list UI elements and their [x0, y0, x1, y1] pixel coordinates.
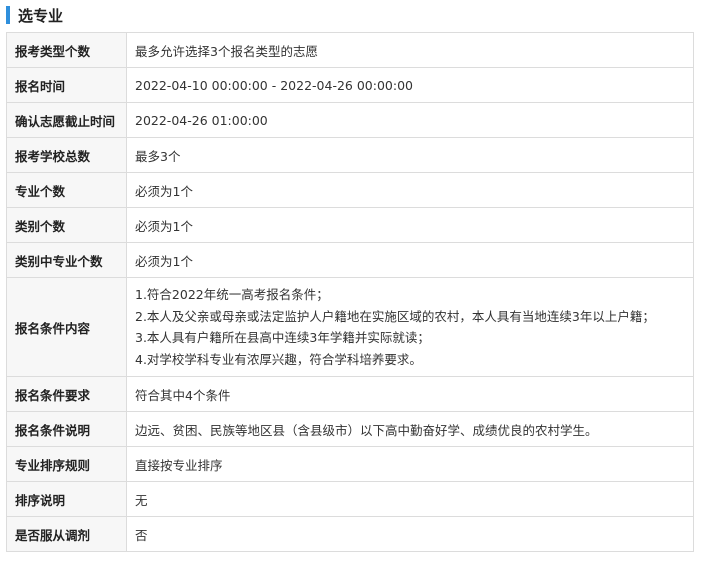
- table-row: 是否服从调剂 否: [6, 516, 694, 552]
- row-value: 最多允许选择3个报名类型的志愿: [126, 32, 694, 68]
- row-value: 必须为1个: [126, 207, 694, 243]
- row-label: 报名条件说明: [6, 411, 127, 447]
- row-label: 类别中专业个数: [6, 242, 127, 278]
- row-label: 报名条件要求: [6, 376, 127, 412]
- condition-item: 1.符合2022年统一高考报名条件；: [135, 287, 329, 302]
- condition-item: 4.对学校学科专业有浓厚兴趣，符合学科培养要求。: [135, 351, 422, 367]
- table-row: 专业排序规则 直接按专业排序: [6, 446, 694, 482]
- row-label: 报名条件内容: [6, 277, 127, 377]
- table-row: 确认志愿截止时间 2022-04-26 01:00:00: [6, 102, 694, 138]
- table-row: 报名条件要求 符合其中4个条件: [6, 376, 694, 412]
- row-label: 确认志愿截止时间: [6, 102, 127, 138]
- table-row: 报名条件内容 1.符合2022年统一高考报名条件； 2.本人及父亲或母亲或法定监…: [6, 277, 694, 377]
- row-label: 专业个数: [6, 172, 127, 208]
- row-value: 必须为1个: [126, 242, 694, 278]
- row-value: 符合其中4个条件: [126, 376, 694, 412]
- row-value: 边远、贫困、民族等地区县（含县级市）以下高中勤奋好学、成绩优良的农村学生。: [126, 411, 694, 447]
- table-row: 报名条件说明 边远、贫困、民族等地区县（含县级市）以下高中勤奋好学、成绩优良的农…: [6, 411, 694, 447]
- table-row: 报考类型个数 最多允许选择3个报名类型的志愿: [6, 32, 694, 68]
- row-value: 否: [126, 516, 694, 552]
- table-row: 排序说明 无: [6, 481, 694, 517]
- row-value: 无: [126, 481, 694, 517]
- row-label: 专业排序规则: [6, 446, 127, 482]
- row-label: 排序说明: [6, 481, 127, 517]
- row-value: 最多3个: [126, 137, 694, 173]
- row-label: 类别个数: [6, 207, 127, 243]
- conditions-cell: 1.符合2022年统一高考报名条件； 2.本人及父亲或母亲或法定监护人户籍地在实…: [126, 277, 694, 377]
- row-label: 是否服从调剂: [6, 516, 127, 552]
- row-value: 2022-04-10 00:00:00 - 2022-04-26 00:00:0…: [126, 67, 694, 103]
- table-row: 类别个数 必须为1个: [6, 207, 694, 243]
- table-row: 报名时间 2022-04-10 00:00:00 - 2022-04-26 00…: [6, 67, 694, 103]
- condition-item: 2.本人及父亲或母亲或法定监护人户籍地在实施区域的农村，本人具有当地连续3年以上…: [135, 308, 655, 324]
- row-value: 2022-04-26 01:00:00: [126, 102, 694, 138]
- table-row: 类别中专业个数 必须为1个: [6, 242, 694, 278]
- row-label: 报考类型个数: [6, 32, 127, 68]
- row-value: 直接按专业排序: [126, 446, 694, 482]
- condition-item: 3.本人具有户籍所在县高中连续3年学籍并实际就读；: [135, 330, 430, 345]
- section-header: 选专业: [6, 5, 63, 25]
- info-table: 报考类型个数 最多允许选择3个报名类型的志愿 报名时间 2022-04-10 0…: [6, 32, 694, 552]
- row-label: 报考学校总数: [6, 137, 127, 173]
- title-accent-bar: [6, 6, 10, 24]
- table-row: 专业个数 必须为1个: [6, 172, 694, 208]
- table-row: 报考学校总数 最多3个: [6, 137, 694, 173]
- row-label: 报名时间: [6, 67, 127, 103]
- row-value: 必须为1个: [126, 172, 694, 208]
- section-title: 选专业: [18, 6, 64, 25]
